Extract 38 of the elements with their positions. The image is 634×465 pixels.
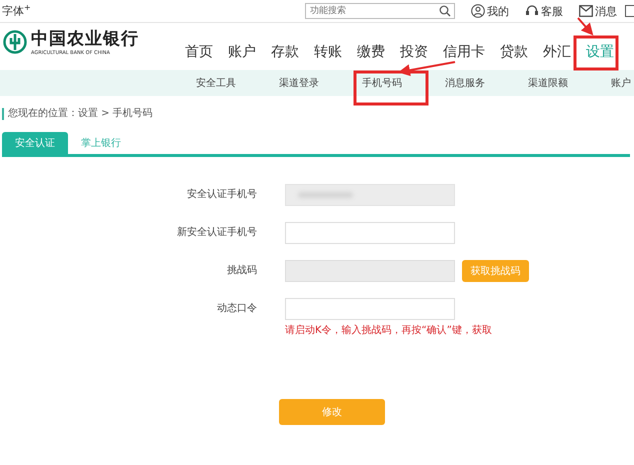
nav-item[interactable]: 贷款 bbox=[500, 44, 528, 60]
input-field[interactable] bbox=[285, 298, 455, 320]
top-link[interactable]: 我的 bbox=[487, 4, 509, 18]
hint-text: 请启动K令，输入挑战码，再按“确认”键，获取 bbox=[285, 324, 492, 337]
bank-name: 中国农业银行 bbox=[31, 28, 139, 50]
bank-logo-icon bbox=[3, 30, 27, 54]
nav-item[interactable]: 存款 bbox=[271, 44, 299, 60]
headset-icon bbox=[525, 4, 539, 18]
field-label: 动态口令 bbox=[216, 302, 258, 316]
window-edge-icon bbox=[625, 5, 634, 17]
nav-item[interactable]: 投资 bbox=[400, 44, 428, 60]
user-icon bbox=[471, 4, 485, 18]
sub-nav-item[interactable]: 渠道限额 bbox=[528, 76, 568, 90]
sub-nav-item[interactable]: 消息服务 bbox=[445, 76, 485, 90]
font-size-link[interactable]: 字体$^{+}$ bbox=[2, 3, 31, 19]
field-label: 挑战码 bbox=[226, 264, 258, 278]
nav-item[interactable]: 信用卡 bbox=[443, 44, 485, 60]
nav-item[interactable]: 账户 bbox=[228, 44, 256, 60]
top-link[interactable]: 消息 bbox=[595, 4, 617, 18]
sub-nav-item[interactable]: 安全工具 bbox=[196, 76, 236, 90]
input-field[interactable] bbox=[285, 222, 455, 244]
breadcrumb: 您现在的位置：设置 > 手机号码 bbox=[2, 108, 634, 120]
nav-item[interactable]: 外汇 bbox=[543, 44, 571, 60]
sub-nav-item[interactable]: 渠道登录 bbox=[279, 76, 319, 90]
field-label: 安全认证手机号 bbox=[186, 188, 258, 202]
search-icon bbox=[439, 5, 451, 17]
arrow bbox=[577, 17, 594, 36]
sub-nav-item[interactable]: 手机号码 bbox=[362, 76, 402, 90]
sub-nav-item[interactable]: 账户 bbox=[611, 76, 631, 90]
nav-item[interactable]: 缴费 bbox=[357, 44, 385, 60]
arrow bbox=[398, 61, 456, 76]
search-field[interactable]: 功能搜索 bbox=[305, 3, 455, 19]
nav-item[interactable]: 首页 bbox=[185, 44, 213, 60]
mail-icon bbox=[579, 5, 593, 17]
highlight-frame bbox=[574, 36, 618, 70]
field-label: 新安全认证手机号 bbox=[176, 226, 258, 240]
nav-item[interactable]: 转账 bbox=[314, 44, 342, 60]
top-link[interactable]: 客服 bbox=[541, 4, 563, 18]
